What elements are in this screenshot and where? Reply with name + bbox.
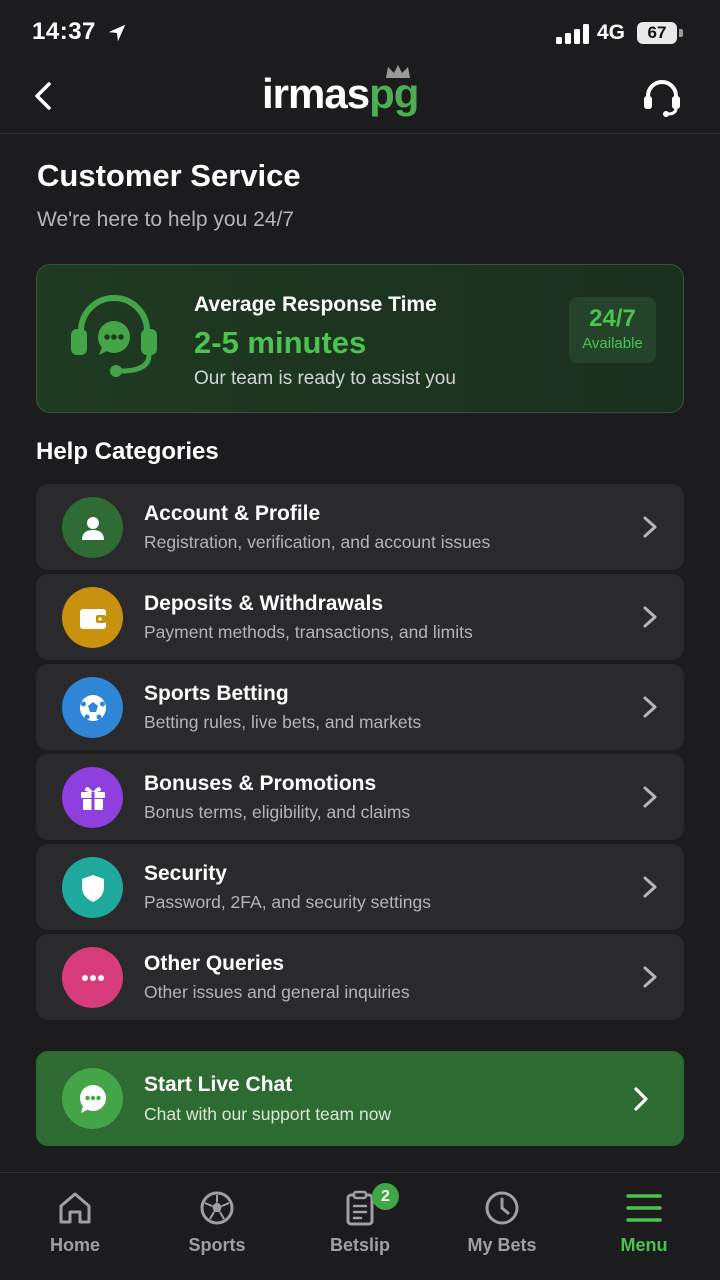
live-chat-title: Start Live Chat — [144, 1073, 293, 1096]
nav-label: Home — [49, 1235, 100, 1255]
more-icon — [62, 947, 123, 1008]
category-sports-betting[interactable]: Sports Betting Betting rules, live bets,… — [36, 664, 684, 750]
nav-label: Sports — [188, 1235, 246, 1255]
availability-badge: 24/7 Available — [569, 297, 656, 363]
app-header: irmaspg — [0, 65, 720, 134]
category-description: Bonus terms, eligibility, and claims — [144, 802, 411, 822]
menu-icon — [626, 1194, 662, 1222]
headset-chat-icon — [71, 295, 157, 377]
category-description: Password, 2FA, and security settings — [144, 892, 431, 912]
shield-icon — [62, 857, 123, 918]
category-title: Deposits & Withdrawals — [144, 592, 384, 615]
chevron-right-icon — [643, 696, 657, 718]
help-category-list: Account & Profile Registration, verifica… — [36, 484, 684, 1024]
nav-label: My Bets — [467, 1235, 537, 1255]
location-arrow-icon — [108, 24, 126, 42]
user-icon — [62, 497, 123, 558]
logo-text-main: irmas — [262, 70, 370, 117]
gift-icon — [62, 767, 123, 828]
category-other-queries[interactable]: Other Queries Other issues and general i… — [36, 934, 684, 1020]
category-description: Registration, verification, and account … — [144, 532, 491, 552]
chevron-right-icon — [643, 786, 657, 808]
category-description: Other issues and general inquiries — [144, 982, 410, 1002]
chevron-right-icon — [643, 876, 657, 898]
category-account-profile[interactable]: Account & Profile Registration, verifica… — [36, 484, 684, 570]
nav-item-sports[interactable]: Sports — [157, 1173, 277, 1280]
category-deposits-withdrawals[interactable]: Deposits & Withdrawals Payment methods, … — [36, 574, 684, 660]
response-note: Our team is ready to assist you — [194, 368, 456, 389]
crown-icon — [386, 65, 410, 78]
status-time: 14:37 — [32, 18, 96, 45]
category-description: Betting rules, live bets, and markets — [144, 712, 422, 732]
response-label: Average Response Time — [194, 293, 437, 316]
status-bar: 14:37 4G 67 — [0, 0, 720, 66]
category-title: Bonuses & Promotions — [144, 772, 377, 795]
chat-bubble-icon — [62, 1068, 123, 1129]
network-type: 4G — [597, 21, 626, 44]
headset-support-icon[interactable] — [640, 76, 684, 118]
page-title: Customer Service — [37, 158, 301, 193]
category-description: Payment methods, transactions, and limit… — [144, 622, 473, 642]
response-time-card: Average Response Time 2-5 minutes Our te… — [36, 264, 684, 413]
soccer-ball-icon — [200, 1191, 234, 1225]
category-title: Other Queries — [144, 952, 285, 975]
bottom-nav: Home Sports 2 Betslip My Bets Menu — [0, 1172, 720, 1280]
availability-label: Available — [582, 335, 643, 352]
response-value: 2-5 minutes — [194, 325, 367, 360]
battery-icon: 67 — [637, 22, 677, 44]
chevron-right-icon — [643, 516, 657, 538]
chevron-right-icon — [634, 1087, 648, 1111]
category-bonuses-promotions[interactable]: Bonuses & Promotions Bonus terms, eligib… — [36, 754, 684, 840]
nav-item-menu[interactable]: Menu — [584, 1173, 704, 1280]
chevron-right-icon — [643, 966, 657, 988]
soccer-ball-icon — [62, 677, 123, 738]
nav-label: Betslip — [329, 1235, 390, 1255]
back-icon[interactable] — [28, 80, 60, 112]
category-security[interactable]: Security Password, 2FA, and security set… — [36, 844, 684, 930]
signal-icon — [556, 24, 589, 44]
battery-tip — [679, 29, 683, 37]
help-categories-heading: Help Categories — [36, 438, 219, 465]
betslip-count-badge: 2 — [372, 1183, 399, 1210]
wallet-icon — [62, 587, 123, 648]
start-live-chat-button[interactable]: Start Live Chat Chat with our support te… — [36, 1051, 684, 1146]
nav-item-home[interactable]: Home — [15, 1173, 135, 1280]
home-icon — [59, 1192, 91, 1224]
nav-item-my-bets[interactable]: My Bets — [442, 1173, 562, 1280]
brand-logo[interactable]: irmaspg — [262, 65, 419, 120]
category-title: Security — [144, 862, 227, 885]
chevron-right-icon — [643, 606, 657, 628]
category-title: Sports Betting — [144, 682, 289, 705]
live-chat-subtitle: Chat with our support team now — [144, 1104, 392, 1124]
nav-label: Menu — [620, 1235, 668, 1255]
page-subtitle: We're here to help you 24/7 — [37, 208, 294, 231]
clock-icon — [485, 1191, 519, 1225]
category-title: Account & Profile — [144, 502, 321, 525]
availability-hours: 24/7 — [589, 305, 636, 332]
nav-item-betslip[interactable]: 2 Betslip — [300, 1173, 420, 1280]
